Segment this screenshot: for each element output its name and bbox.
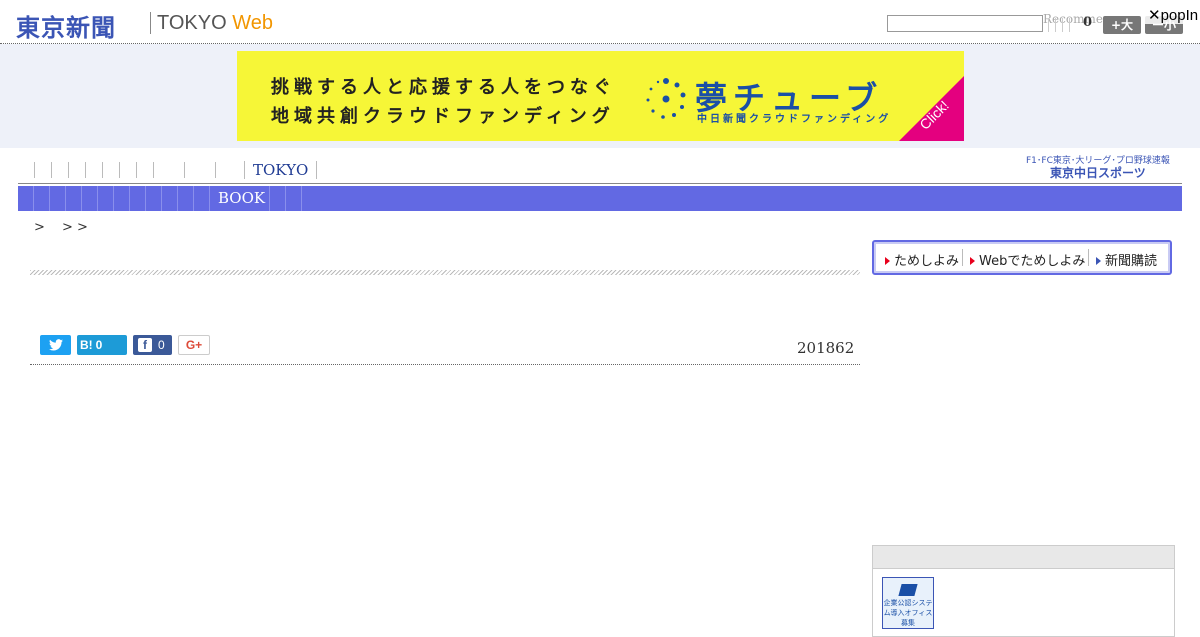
twitter-icon bbox=[48, 339, 63, 351]
company-logo-icon bbox=[898, 584, 918, 596]
tokyo-web-logo[interactable]: TOKYO Web bbox=[157, 12, 273, 35]
primary-nav-divider bbox=[18, 183, 1182, 184]
tokyo-shimbun-logo[interactable]: 東京新聞 bbox=[16, 8, 116, 43]
header-count: 0 bbox=[1083, 15, 1093, 30]
article-header-divider bbox=[30, 364, 860, 365]
secondary-nav-item[interactable] bbox=[193, 186, 194, 211]
hatena-count: 0 bbox=[95, 338, 103, 352]
secondary-nav-item[interactable] bbox=[301, 186, 302, 211]
secondary-nav-item[interactable] bbox=[33, 186, 34, 211]
util-link-divider bbox=[1069, 18, 1070, 32]
breadcrumb[interactable]: > > > bbox=[34, 216, 88, 235]
primary-nav-item[interactable] bbox=[215, 162, 232, 178]
primary-nav-item-tokyo[interactable]: TOKYO bbox=[244, 161, 318, 179]
article-date: 201862 bbox=[797, 339, 855, 357]
secondary-nav-item[interactable] bbox=[161, 186, 162, 211]
primary-nav-item[interactable] bbox=[119, 162, 136, 178]
util-link-divider bbox=[1062, 18, 1063, 32]
facebook-count: 0 bbox=[158, 338, 165, 352]
primary-nav-item[interactable] bbox=[136, 162, 153, 178]
font-size-large-button[interactable]: +大 bbox=[1103, 16, 1141, 34]
subscription-box: ためしよみ Webでためしよみ 新聞購読 bbox=[872, 240, 1172, 275]
popin-close-button[interactable]: ✕popIn bbox=[1144, 6, 1200, 24]
banner-dots-icon bbox=[646, 78, 686, 119]
yume-tube-banner-ad[interactable]: 挑戦する人と応援する人をつなぐ 地域共創クラウドファンディング 夢チューブ 中日… bbox=[237, 51, 964, 141]
secondary-nav-item[interactable] bbox=[113, 186, 114, 211]
web-trial-read-link[interactable]: Webでためしよみ bbox=[970, 250, 1085, 269]
util-link-divider bbox=[1055, 18, 1056, 32]
sidebar-panel-header bbox=[873, 546, 1174, 569]
secondary-nav-item-book[interactable]: BOOK bbox=[218, 189, 265, 207]
secondary-nav-item[interactable] bbox=[81, 186, 82, 211]
secondary-nav bbox=[18, 186, 1182, 211]
tokyo-web-logo-prefix: TOKYO bbox=[157, 12, 233, 34]
banner-line-1: 挑戦する人と応援する人をつなぐ bbox=[271, 77, 616, 98]
tokyo-web-logo-suffix: Web bbox=[232, 12, 273, 34]
hatena-bookmark-button[interactable]: B! 0 bbox=[77, 335, 127, 355]
secondary-nav-item[interactable] bbox=[129, 186, 130, 211]
header-util-links bbox=[1048, 17, 1076, 32]
facebook-icon: f bbox=[138, 338, 152, 352]
secondary-nav-item[interactable] bbox=[65, 186, 66, 211]
secondary-nav-item[interactable] bbox=[285, 186, 286, 211]
twitter-share-button[interactable] bbox=[40, 335, 71, 355]
primary-nav-item[interactable] bbox=[102, 162, 119, 178]
secondary-nav-item[interactable] bbox=[177, 186, 178, 211]
primary-nav-item[interactable] bbox=[68, 162, 85, 178]
subscription-divider bbox=[1088, 249, 1089, 266]
util-link-divider bbox=[1048, 18, 1049, 32]
secondary-nav-item[interactable] bbox=[97, 186, 98, 211]
sidebar-panel: 企業公認システム導入オフィス募集 bbox=[872, 545, 1175, 637]
subscription-divider bbox=[962, 249, 963, 266]
trial-read-link[interactable]: ためしよみ bbox=[885, 250, 959, 269]
secondary-nav-item[interactable] bbox=[269, 186, 270, 211]
primary-nav-item[interactable] bbox=[153, 162, 184, 178]
newspaper-subscribe-link[interactable]: 新聞購読 bbox=[1096, 250, 1157, 269]
google-plus-share-button[interactable]: G+ bbox=[178, 335, 210, 355]
facebook-share-button[interactable]: f0 bbox=[133, 335, 172, 355]
primary-nav-item[interactable] bbox=[85, 162, 102, 178]
article-title-rule bbox=[30, 270, 860, 275]
primary-nav bbox=[34, 162, 232, 178]
secondary-nav-item[interactable] bbox=[49, 186, 50, 211]
primary-nav-item[interactable] bbox=[51, 162, 68, 178]
secondary-nav-item[interactable] bbox=[145, 186, 146, 211]
office-recruit-ad[interactable]: 企業公認システム導入オフィス募集 bbox=[882, 577, 934, 629]
search-input[interactable] bbox=[887, 15, 1043, 32]
primary-nav-item[interactable] bbox=[184, 162, 215, 178]
hatena-icon: B! bbox=[80, 338, 93, 352]
banner-subtitle: 中日新聞クラウドファンディング bbox=[697, 114, 892, 125]
chunichi-sports-logo[interactable]: 東京中日スポーツ bbox=[1050, 164, 1146, 181]
office-recruit-ad-label: 企業公認システム導入オフィス募集 bbox=[883, 599, 933, 627]
primary-nav-item[interactable] bbox=[34, 162, 51, 178]
logo-divider bbox=[150, 12, 151, 34]
secondary-nav-item[interactable] bbox=[209, 186, 210, 211]
banner-line-2: 地域共創クラウドファンディング bbox=[271, 106, 615, 127]
